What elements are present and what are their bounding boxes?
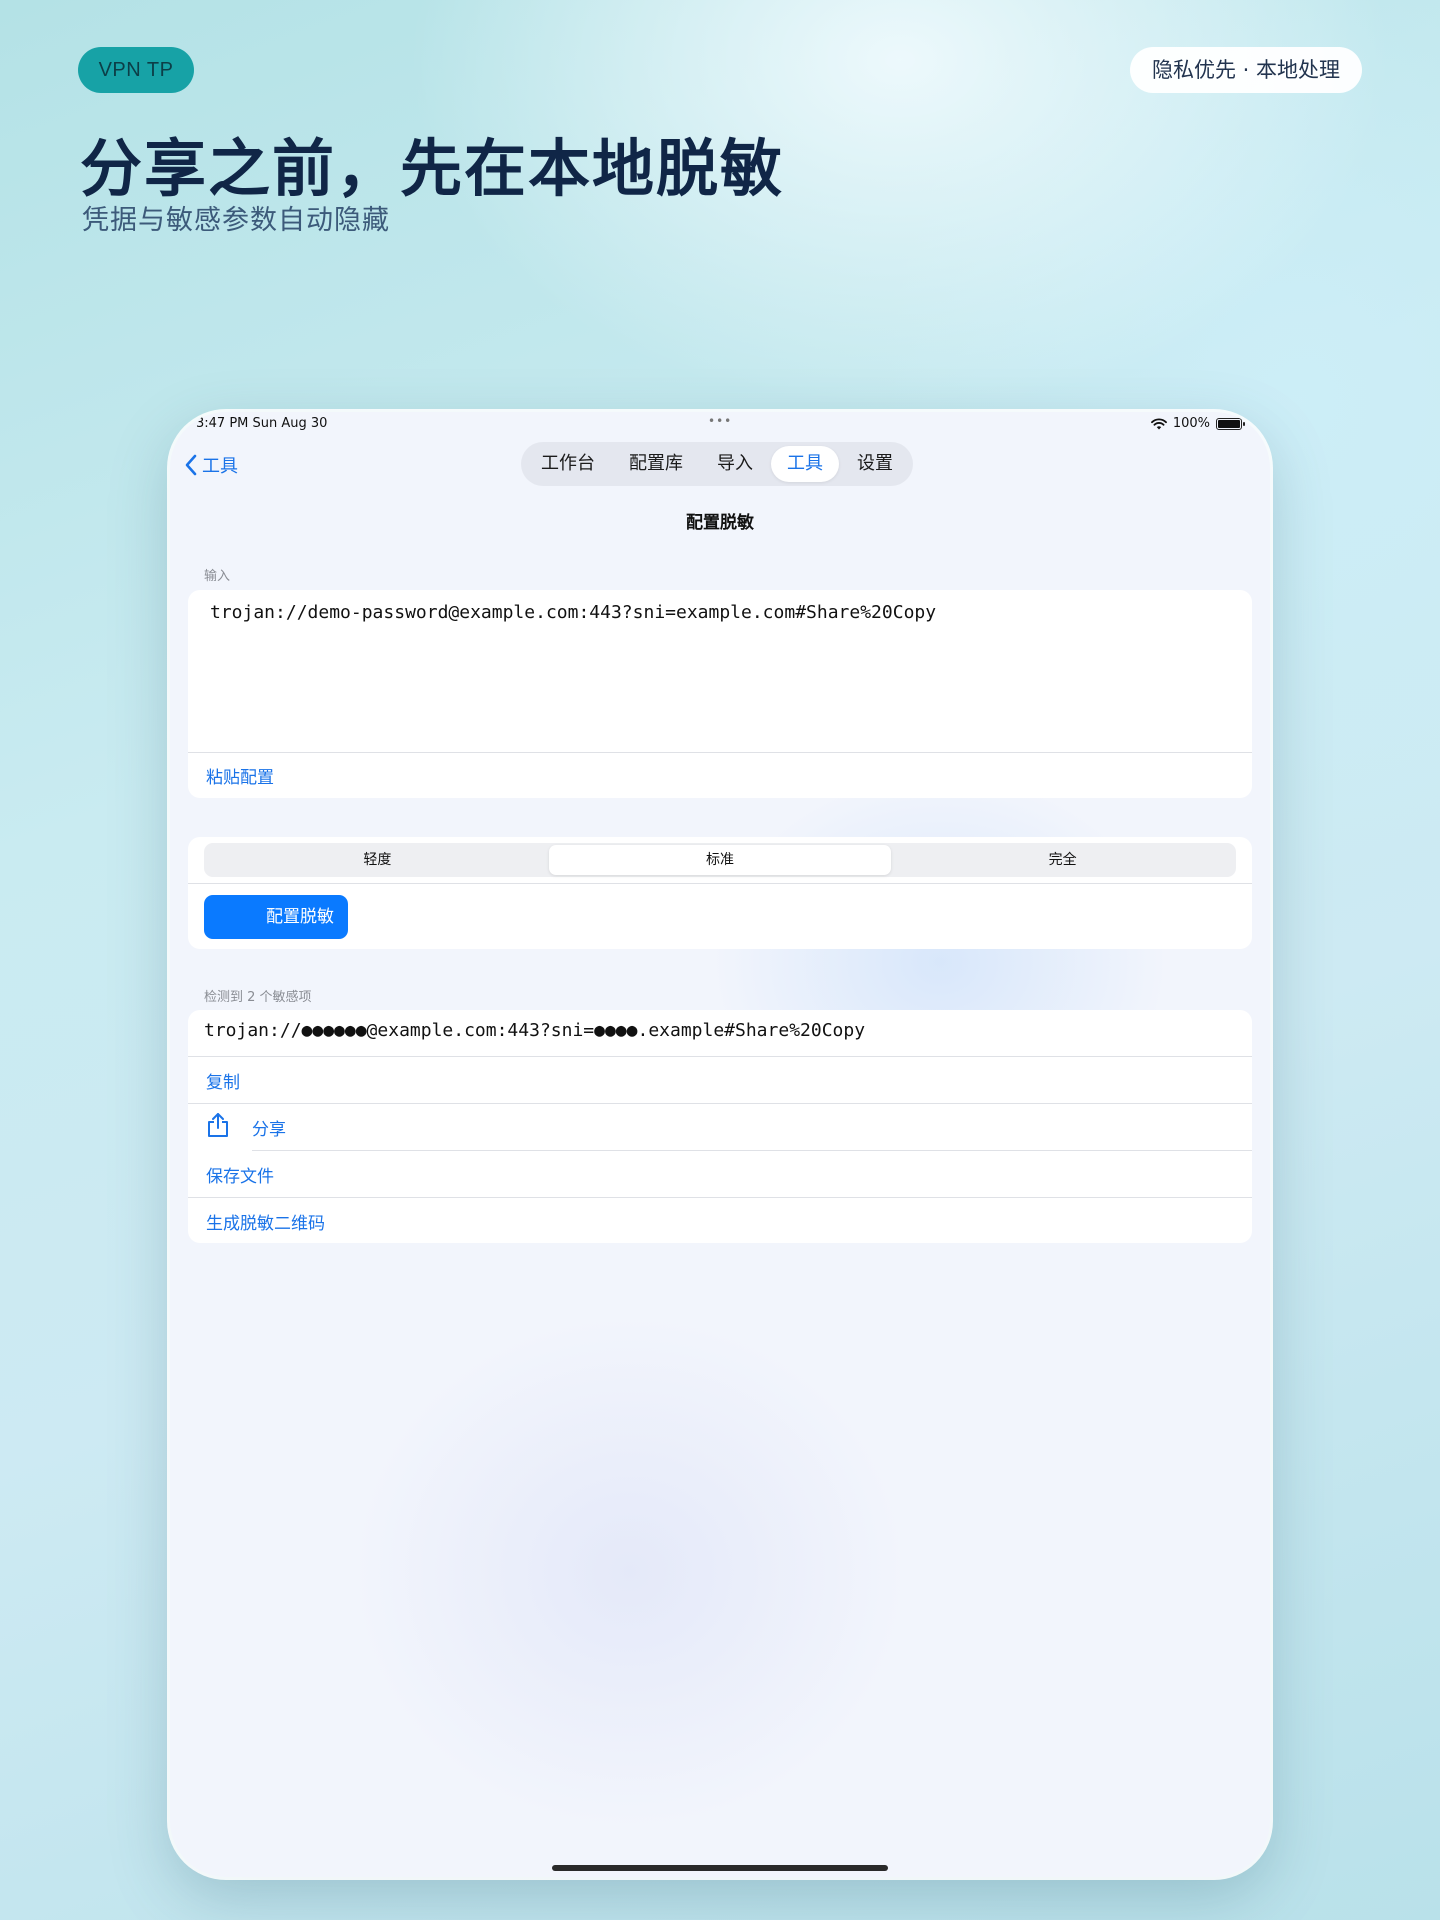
redaction-level-picker: 轻度 标准 完全 [204,843,1236,877]
tab-settings[interactable]: 设置 [841,446,909,482]
ipad-device-frame: 3:47 PM Sun Aug 30 ••• 100% 工具 工作台 配置库 导… [170,412,1270,1877]
brand-badge: VPN TP [78,47,194,93]
home-indicator[interactable] [552,1865,888,1871]
page-title: 配置脱敏 [686,513,754,533]
divider [188,1197,1252,1198]
redact-config-button[interactable]: 配置脱敏 [204,895,348,939]
result-section-label: 检测到 2 个敏感项 [204,990,312,1005]
divider [188,883,1252,884]
tab-tools[interactable]: 工具 [771,446,839,482]
privacy-badge: 隐私优先 · 本地处理 [1129,47,1362,93]
status-right-group: 100% [1150,416,1245,431]
divider [188,1056,1252,1057]
tab-config-library[interactable]: 配置库 [613,446,699,482]
segment-light[interactable]: 轻度 [206,845,549,875]
tab-workbench[interactable]: 工作台 [525,446,611,482]
tab-import[interactable]: 导入 [701,446,769,482]
share-button[interactable]: 分享 [252,1115,286,1140]
status-bar: 3:47 PM Sun Aug 30 ••• 100% [170,412,1270,440]
segment-standard[interactable]: 标准 [548,845,892,875]
status-time: 3:47 PM Sun Aug 30 [196,416,328,431]
input-card: trojan://demo-password@example.com:443?s… [188,590,1252,798]
divider [188,752,1252,753]
config-input-textarea[interactable]: trojan://demo-password@example.com:443?s… [210,602,936,623]
divider [188,1103,1252,1104]
input-section-label: 输入 [204,569,231,584]
chevron-left-icon [185,454,197,476]
battery-percent: 100% [1172,416,1210,431]
save-file-button[interactable]: 保存文件 [206,1162,274,1187]
hero-subtitle: 凭据与敏感参数自动隐藏 [82,205,390,236]
paste-config-button[interactable]: 粘贴配置 [206,763,274,788]
level-card: 轻度 标准 完全 配置脱敏 [188,837,1252,949]
generate-qrcode-button[interactable]: 生成脱敏二维码 [206,1209,325,1234]
multitask-dots[interactable]: ••• [708,414,732,428]
copy-button[interactable]: 复制 [206,1068,240,1093]
back-button[interactable]: 工具 [184,452,238,478]
redacted-output[interactable]: trojan://●●●●●●@example.com:443?sni=●●●●… [204,1020,865,1041]
top-tab-bar: 工作台 配置库 导入 工具 设置 [521,442,913,486]
battery-icon [1216,417,1245,430]
wifi-icon [1150,417,1167,429]
result-card: trojan://●●●●●●@example.com:443?sni=●●●●… [188,1010,1252,1243]
divider [252,1150,1252,1151]
segment-full[interactable]: 完全 [891,845,1234,875]
hero-title: 分享之前，先在本地脱敏 [80,132,785,205]
back-label: 工具 [202,456,238,477]
share-icon[interactable] [206,1112,230,1138]
